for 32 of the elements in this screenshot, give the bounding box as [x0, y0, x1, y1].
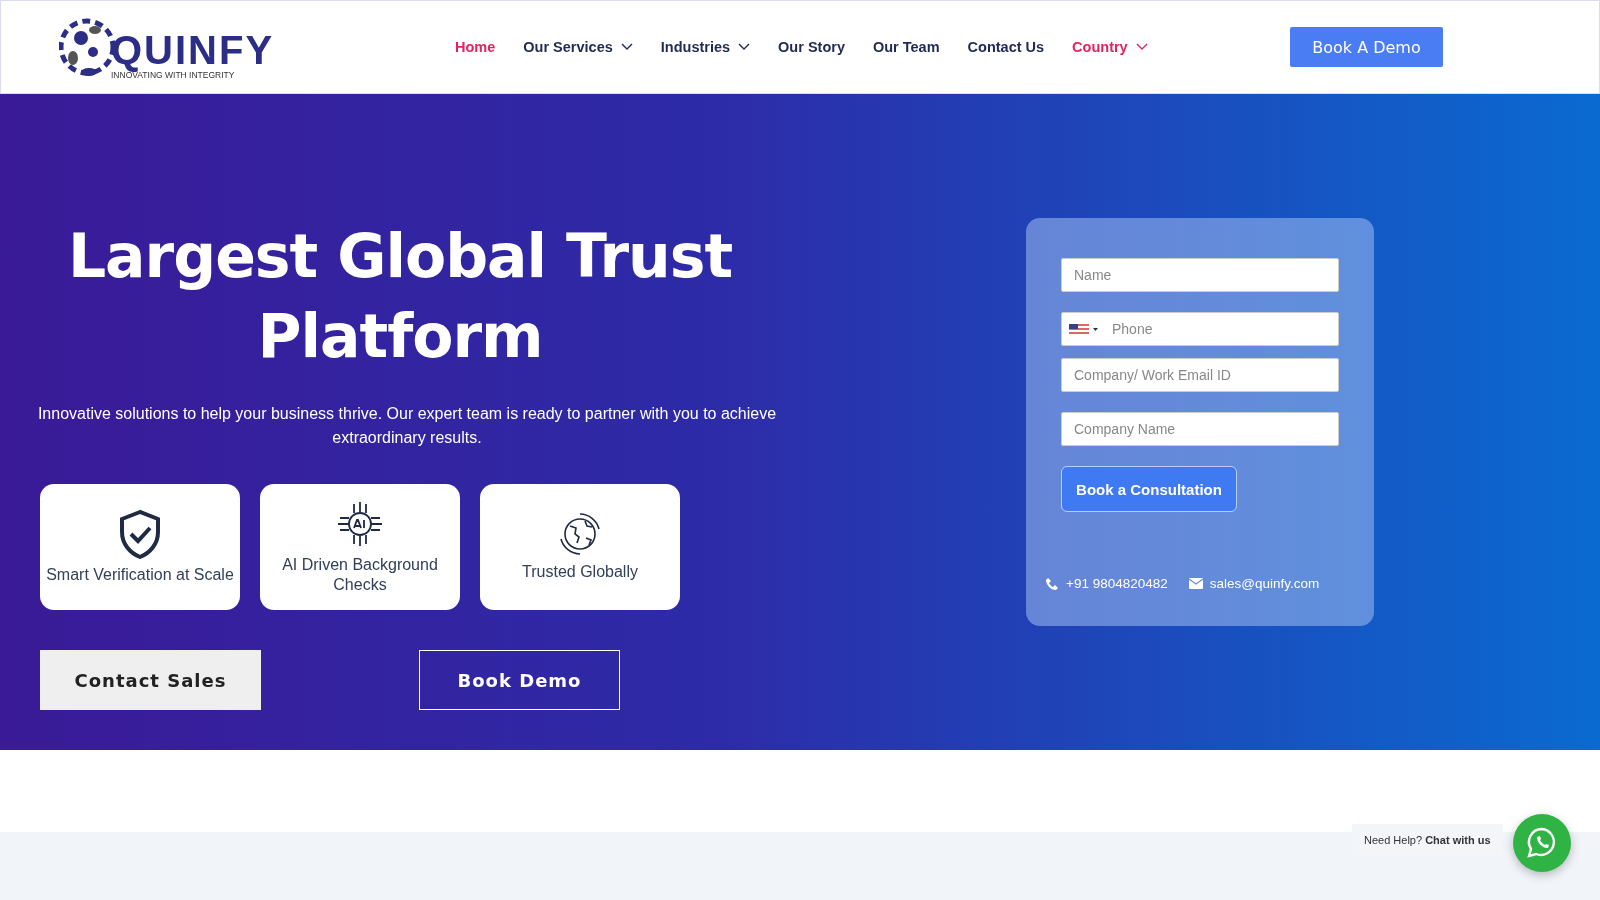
chevron-down-icon	[738, 43, 751, 51]
contact-sales-button[interactable]: Contact Sales	[40, 650, 261, 710]
phone-field[interactable]: Phone	[1061, 312, 1339, 346]
feature-label: Trusted Globally	[522, 562, 638, 582]
text-field[interactable]: Company/ Work Email ID	[1061, 358, 1339, 392]
hero-title: Largest Global Trust Platform	[66, 220, 734, 373]
whatsapp-chat-icon[interactable]	[1513, 814, 1571, 872]
book-demo-button[interactable]: Book A Demo	[1290, 27, 1443, 67]
consultation-button[interactable]: Book a Consultation	[1061, 466, 1237, 512]
nav-link[interactable]: Our Team	[872, 39, 940, 55]
nav-link[interactable]: Home	[455, 39, 496, 55]
chevron-down-icon	[620, 43, 633, 51]
email-address: sales@quinfy.com	[1209, 576, 1320, 591]
shield-check-icon	[117, 509, 163, 559]
nav-link[interactable]: Industries	[660, 39, 751, 55]
text-field[interactable]: Company Name	[1061, 412, 1339, 446]
feature-label: Smart Verification at Scale	[46, 565, 234, 585]
text-field[interactable]: Name	[1061, 258, 1339, 292]
nav-link[interactable]: Contact Us	[967, 39, 1045, 55]
nav-link[interactable]: Our Services	[523, 39, 633, 55]
phone-icon	[1045, 576, 1059, 591]
nav-link[interactable]: Our Story	[778, 39, 845, 55]
ai-chip-icon	[335, 499, 385, 549]
globe-icon	[558, 512, 602, 556]
mail-icon	[1188, 578, 1203, 589]
feature-label: AI Driven Background Checks	[281, 555, 439, 595]
book-demo-outline-button[interactable]: Book Demo	[419, 650, 620, 710]
hero-subtitle: Innovative solutions to help your business thrive. Our expert team is ready to partner with you to achieve extraordinary results.	[36, 404, 778, 448]
nav-link[interactable]: Country	[1072, 39, 1148, 55]
logo-wordmark: QUINFY	[111, 30, 275, 70]
phone-number: +91 9804820482	[1066, 576, 1168, 591]
chevron-down-icon	[1135, 43, 1148, 51]
